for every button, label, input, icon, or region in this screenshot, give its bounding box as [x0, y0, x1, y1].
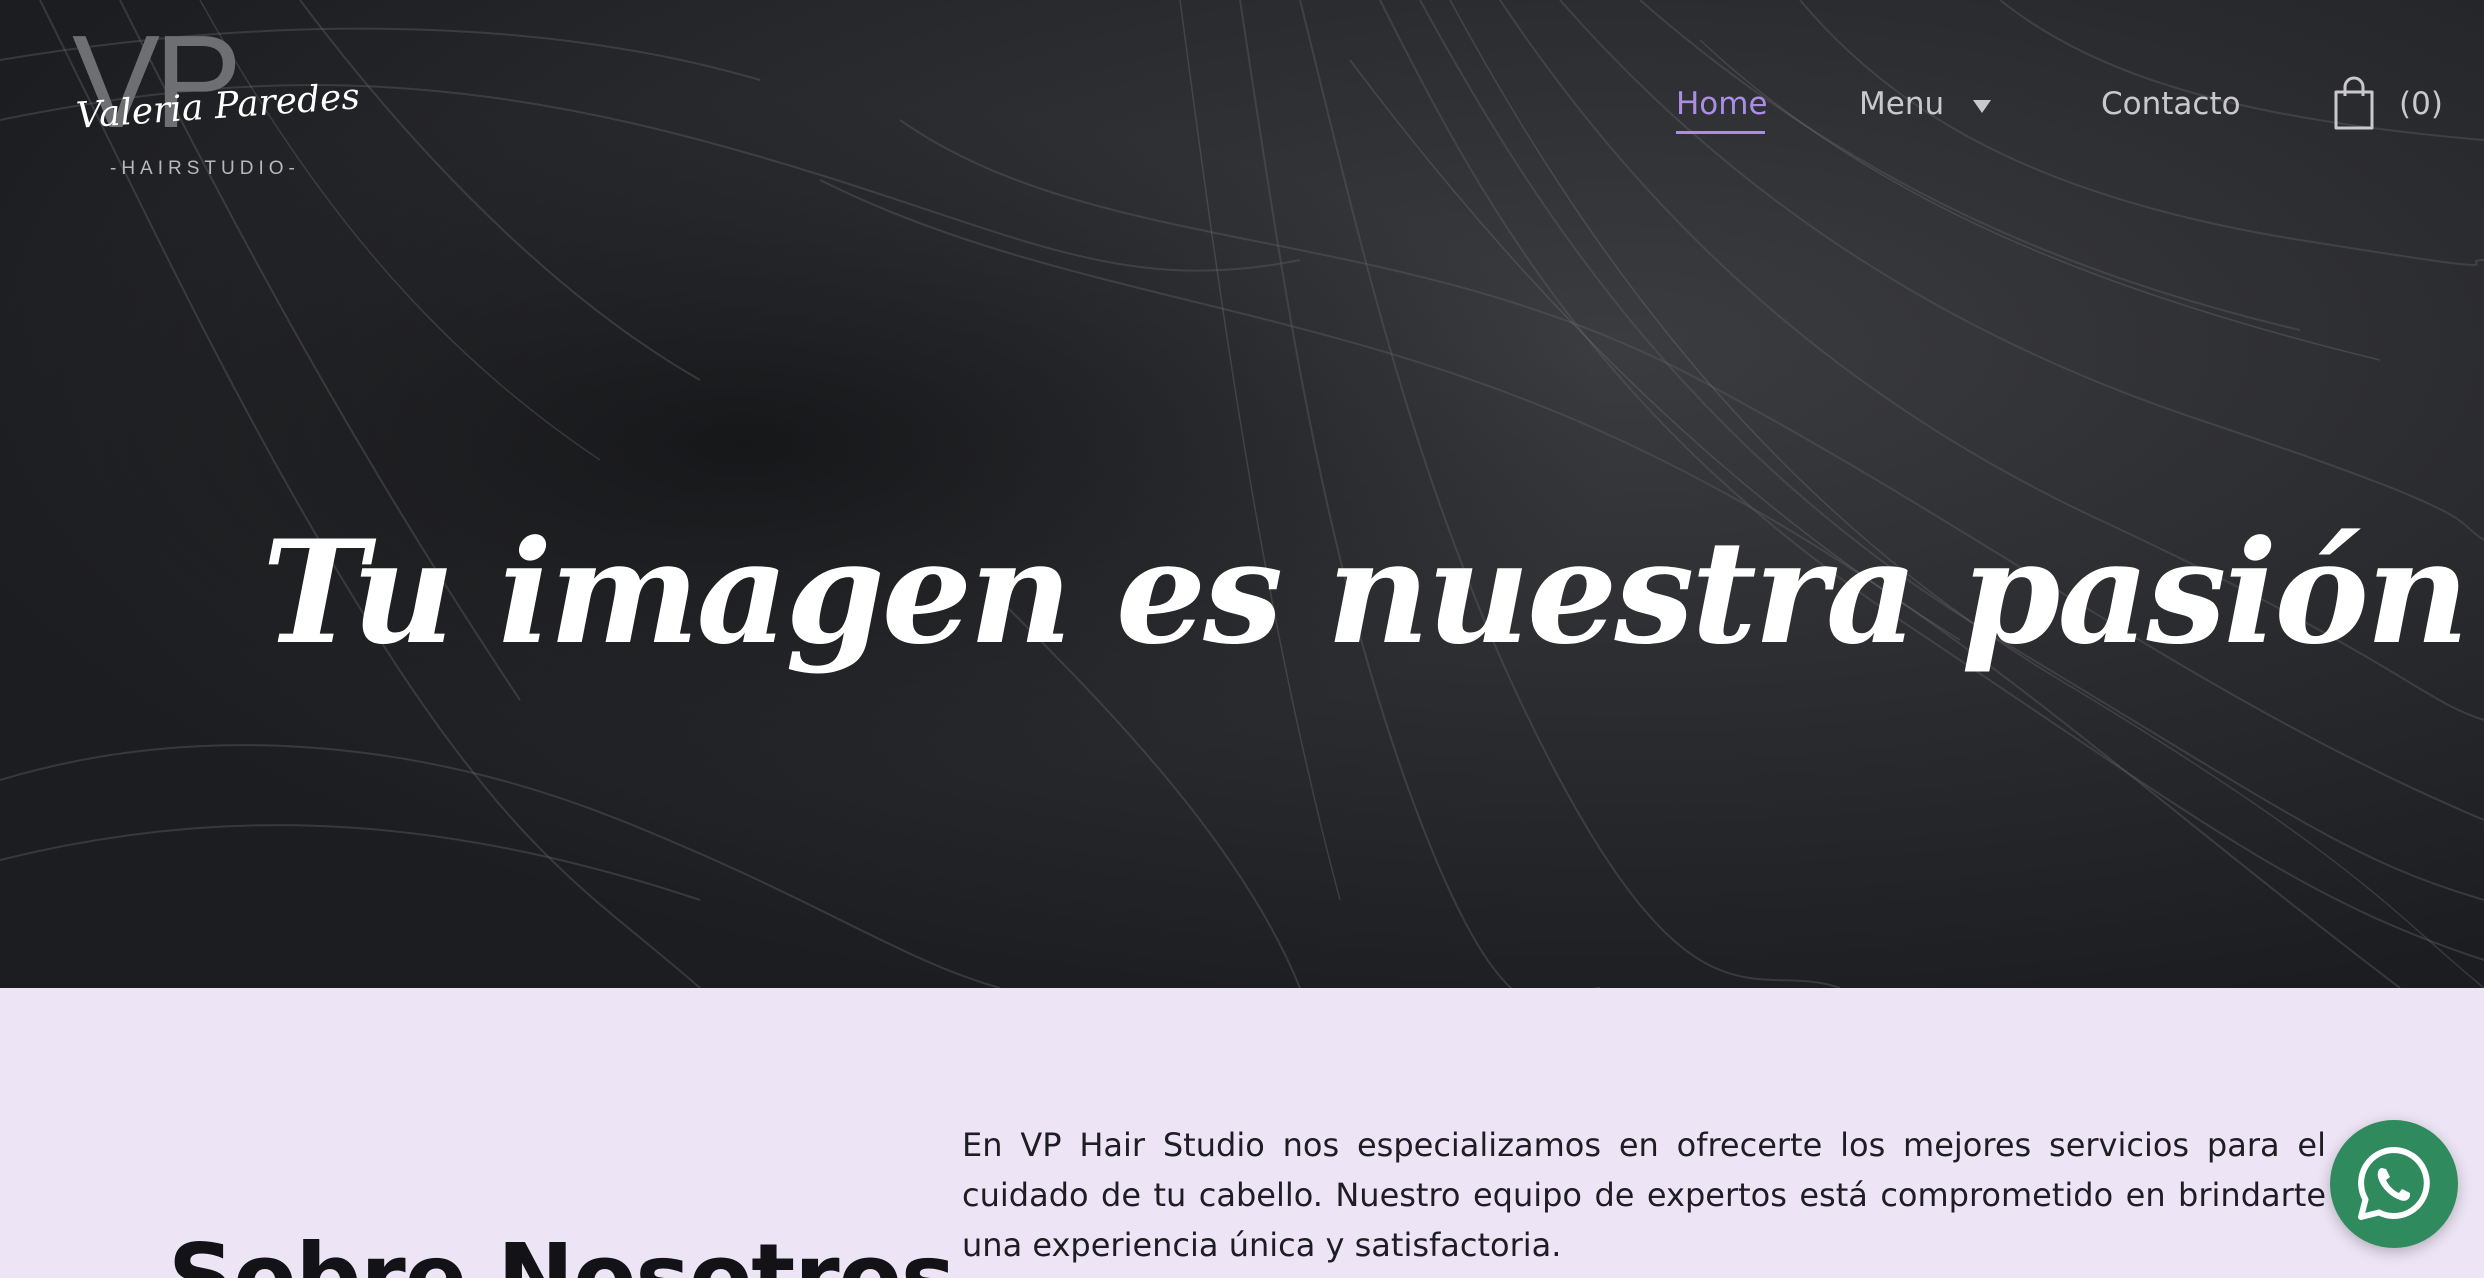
- about-text: En VP Hair Studio nos especializamos en …: [962, 1126, 2326, 1264]
- logo-subtitle: -HAIRSTUDIO-: [110, 158, 300, 179]
- shopping-bag-icon[interactable]: [2332, 76, 2376, 132]
- brand-logo[interactable]: VP Valeria Paredes -HAIRSTUDIO-: [72, 16, 361, 184]
- caret-down-icon[interactable]: [1973, 100, 1991, 113]
- nav-active-underline: [1676, 131, 1765, 134]
- nav-item-home[interactable]: Home: [1676, 86, 1768, 132]
- nav-item-contacto[interactable]: Contacto: [2101, 86, 2241, 132]
- whatsapp-button[interactable]: [2330, 1120, 2458, 1248]
- hero-section: VP Valeria Paredes -HAIRSTUDIO- Home Men…: [0, 0, 2484, 988]
- hero-background-image: [0, 0, 2484, 988]
- about-title: Sobre Nosotros: [168, 1224, 956, 1278]
- nav-item-menu[interactable]: Menu: [1859, 86, 1944, 132]
- about-section: Sobre Nosotros En VP Hair Studio nos esp…: [0, 988, 2484, 1278]
- whatsapp-icon: [2358, 1147, 2430, 1220]
- hero-headline: Tu imagen es nuestra pasión: [262, 510, 2469, 677]
- cart-count[interactable]: (0): [2399, 86, 2443, 132]
